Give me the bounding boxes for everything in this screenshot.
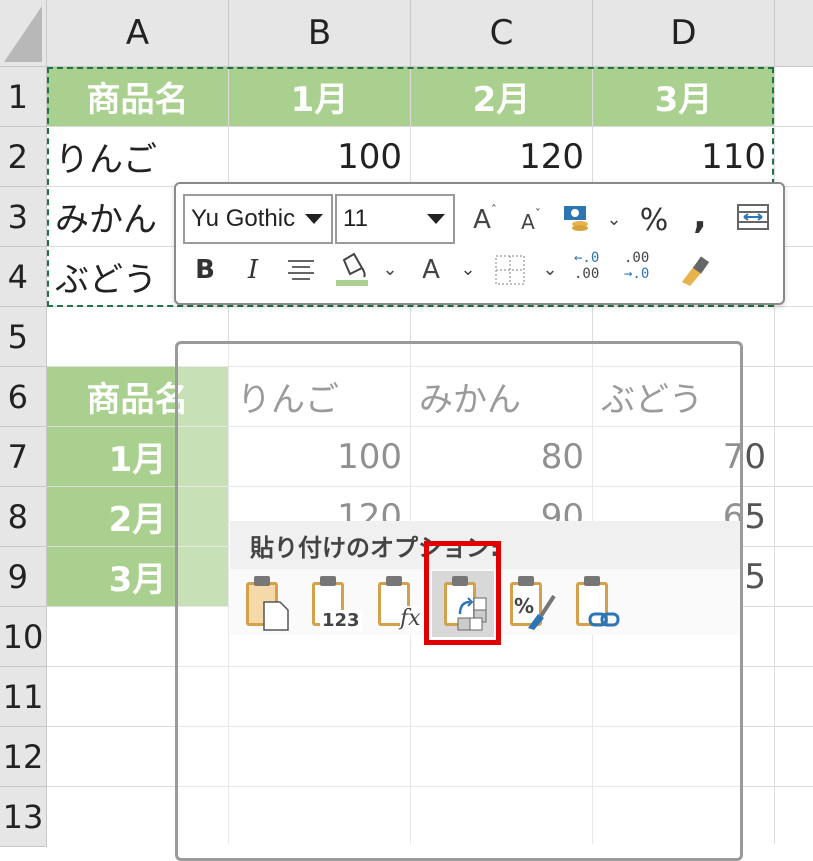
clipboard-clip-icon xyxy=(254,576,270,586)
row-header-4[interactable]: 4 xyxy=(0,247,47,307)
clipboard-clip-icon xyxy=(518,576,534,586)
font-size-dropdown[interactable]: 11 xyxy=(335,194,455,244)
row-header-5[interactable]: 5 xyxy=(0,307,47,367)
center-align-icon[interactable] xyxy=(284,256,318,286)
font-name-dropdown[interactable]: Yu Gothic xyxy=(183,194,333,244)
row-header-7[interactable]: 7 xyxy=(0,427,47,487)
font-color-icon[interactable]: A xyxy=(414,250,448,290)
paste-formatting-button[interactable]: % xyxy=(504,574,558,634)
column-header-d[interactable]: D xyxy=(593,0,775,67)
row-header-6[interactable]: 6 xyxy=(0,367,47,427)
italic-icon[interactable]: I xyxy=(236,250,270,290)
percent-style-icon[interactable]: % xyxy=(636,198,672,242)
paste-formulas-button[interactable]: fx xyxy=(372,574,426,634)
paste-link-button[interactable] xyxy=(570,574,624,634)
column-header-c[interactable]: C xyxy=(411,0,593,67)
font-name-value: Yu Gothic xyxy=(191,205,296,232)
decrease-decimal-bottom: →.0 xyxy=(624,266,650,282)
chevron-down-icon xyxy=(427,214,445,224)
borders-chevron-icon[interactable]: ⌄ xyxy=(540,252,560,286)
page-icon xyxy=(263,601,289,631)
formula-fx-label: fx xyxy=(400,606,421,631)
decrease-decimal-top: .00 xyxy=(624,250,650,266)
brush-icon xyxy=(528,594,556,630)
increase-decimal-bottom: .00 xyxy=(574,266,600,282)
column-header-e[interactable] xyxy=(775,0,813,67)
paste-button[interactable] xyxy=(240,574,294,634)
select-all-triangle xyxy=(4,6,42,62)
row-header-13[interactable]: 13 xyxy=(0,787,47,847)
row-header-10[interactable]: 10 xyxy=(0,607,47,667)
accounting-format-icon[interactable] xyxy=(562,202,592,232)
transpose-highlight-box xyxy=(424,541,501,645)
merge-center-icon[interactable] xyxy=(736,202,770,232)
values-123-label: 123 xyxy=(320,610,362,631)
mini-toolbar: Yu Gothic 11 Aˆ Aˇ ⌄ % , B I ⌄ A ⌄ ⌄ ←.0… xyxy=(174,182,785,305)
column-header-b[interactable]: B xyxy=(229,0,411,67)
row-header-8[interactable]: 8 xyxy=(0,487,47,547)
clipboard-clip-icon xyxy=(386,576,402,586)
comma-style-icon[interactable]: , xyxy=(688,194,712,238)
row-header-1[interactable]: 1 xyxy=(0,67,47,127)
increase-font-size-icon[interactable]: Aˆ xyxy=(468,198,502,242)
chevron-down-icon xyxy=(305,214,323,224)
decrease-decimal-icon[interactable]: .00 →.0 xyxy=(624,250,660,290)
format-painter-icon[interactable] xyxy=(676,254,710,288)
clipboard-clip-icon xyxy=(584,576,600,586)
fill-color-chevron-icon[interactable]: ⌄ xyxy=(380,252,400,286)
bold-icon[interactable]: B xyxy=(188,250,222,290)
row-header-11[interactable]: 11 xyxy=(0,667,47,727)
decrease-font-size-icon[interactable]: Aˇ xyxy=(516,202,546,242)
font-color-chevron-icon[interactable]: ⌄ xyxy=(458,252,478,286)
clipboard-clip-icon xyxy=(320,576,336,586)
font-size-value: 11 xyxy=(343,205,368,232)
row-header-2[interactable]: 2 xyxy=(0,127,47,187)
row-header-9[interactable]: 9 xyxy=(0,547,47,607)
increase-decimal-icon[interactable]: ←.0 .00 xyxy=(574,250,610,290)
fill-color-icon[interactable] xyxy=(332,250,372,290)
column-header-a[interactable]: A xyxy=(47,0,229,67)
link-icon xyxy=(588,612,620,627)
row-header-12[interactable]: 12 xyxy=(0,727,47,787)
accounting-dropdown-chevron-icon[interactable]: ⌄ xyxy=(604,202,624,236)
row-header-3[interactable]: 3 xyxy=(0,187,47,247)
borders-icon[interactable] xyxy=(494,254,526,286)
increase-decimal-top: ←.0 xyxy=(574,250,600,266)
paste-values-button[interactable]: 123 xyxy=(306,574,362,634)
